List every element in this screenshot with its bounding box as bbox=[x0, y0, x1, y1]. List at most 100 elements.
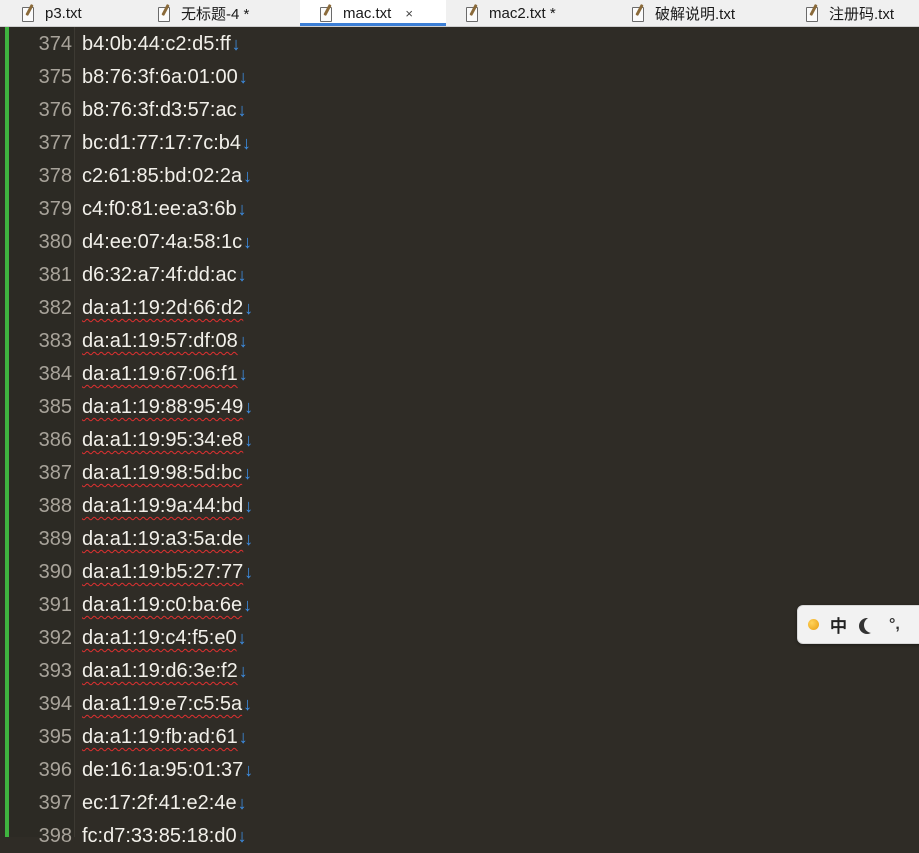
editor-line[interactable]: 378 c2:61:85:bd:02:2a↓ bbox=[0, 160, 919, 193]
line-content: c4:f0:81:ee:a3:6b bbox=[82, 198, 237, 220]
line-text[interactable]: b8:76:3f:6a:01:00↓ bbox=[82, 61, 248, 94]
editor-line[interactable]: 393 da:a1:19:d6:3e:f2↓ bbox=[0, 655, 919, 688]
line-text[interactable]: de:16:1a:95:01:37↓ bbox=[82, 754, 253, 787]
tab-p3[interactable]: p3.txt bbox=[22, 0, 82, 26]
line-content: da:a1:19:c0:ba:6e bbox=[82, 594, 243, 616]
editor-line[interactable]: 386 da:a1:19:95:34:e8↓ bbox=[0, 424, 919, 457]
editor-line[interactable]: 385 da:a1:19:88:95:49↓ bbox=[0, 391, 919, 424]
editor-line[interactable]: 383 da:a1:19:57:df:08↓ bbox=[0, 325, 919, 358]
line-content: b8:76:3f:d3:57:ac bbox=[82, 99, 237, 121]
line-number: 390 bbox=[38, 561, 72, 583]
close-icon[interactable]: × bbox=[405, 6, 413, 21]
line-number: 383 bbox=[38, 330, 72, 352]
line-text[interactable]: da:a1:19:c0:ba:6e↓ bbox=[82, 589, 252, 622]
punctuation-icon[interactable]: °, bbox=[889, 616, 900, 634]
line-text[interactable]: da:a1:19:98:5d:bc↓ bbox=[82, 457, 252, 490]
line-number: 377 bbox=[38, 132, 72, 154]
line-text[interactable]: da:a1:19:88:95:49↓ bbox=[82, 391, 253, 424]
line-content: da:a1:19:98:5d:bc bbox=[82, 462, 243, 484]
line-number: 395 bbox=[38, 726, 72, 748]
line-content: de:16:1a:95:01:37 bbox=[82, 759, 244, 781]
line-text[interactable]: da:a1:19:2d:66:d2↓ bbox=[82, 292, 253, 325]
editor-line[interactable]: 380 d4:ee:07:4a:58:1c↓ bbox=[0, 226, 919, 259]
line-text[interactable]: d6:32:a7:4f:dd:ac↓ bbox=[82, 259, 247, 292]
line-number: 393 bbox=[38, 660, 72, 682]
line-text[interactable]: da:a1:19:e7:c5:5a↓ bbox=[82, 688, 252, 721]
text-file-icon bbox=[22, 3, 35, 22]
line-text[interactable]: da:a1:19:d6:3e:f2↓ bbox=[82, 655, 248, 688]
editor-line[interactable]: 387 da:a1:19:98:5d:bc↓ bbox=[0, 457, 919, 490]
tab-bar: p3.txt 无标题-4 * mac.txt × mac2.txt * 破解说明… bbox=[0, 0, 919, 27]
editor-line[interactable]: 388 da:a1:19:9a:44:bd↓ bbox=[0, 490, 919, 523]
line-content: da:a1:19:2d:66:d2 bbox=[82, 297, 244, 319]
ime-language-toggle[interactable]: 中 bbox=[830, 612, 847, 637]
line-number: 381 bbox=[38, 264, 72, 286]
editor-line[interactable]: 374 b4:0b:44:c2:d5:ff↓ bbox=[0, 28, 919, 61]
line-text[interactable]: da:a1:19:c4:f5:e0↓ bbox=[82, 622, 247, 655]
newline-marker-icon: ↓ bbox=[238, 67, 248, 87]
line-text[interactable]: d4:ee:07:4a:58:1c↓ bbox=[82, 226, 252, 259]
editor-line[interactable]: 377 bc:d1:77:17:7c:b4↓ bbox=[0, 127, 919, 160]
ime-status-dot-icon[interactable] bbox=[808, 619, 819, 630]
editor-line[interactable]: 397 ec:17:2f:41:e2:4e↓ bbox=[0, 787, 919, 820]
newline-marker-icon: ↓ bbox=[237, 265, 247, 285]
line-number: 382 bbox=[38, 297, 72, 319]
line-content: da:a1:19:9a:44:bd bbox=[82, 495, 244, 517]
line-text[interactable]: c4:f0:81:ee:a3:6b↓ bbox=[82, 193, 247, 226]
line-text[interactable]: ec:17:2f:41:e2:4e↓ bbox=[82, 787, 247, 820]
newline-marker-icon: ↓ bbox=[243, 166, 253, 186]
line-text[interactable]: b8:76:3f:d3:57:ac↓ bbox=[82, 94, 247, 127]
newline-marker-icon: ↓ bbox=[237, 826, 247, 846]
line-number: 392 bbox=[38, 627, 72, 649]
line-text[interactable]: b4:0b:44:c2:d5:ff↓ bbox=[82, 28, 241, 61]
newline-marker-icon: ↓ bbox=[244, 397, 254, 417]
line-number: 378 bbox=[38, 165, 72, 187]
editor-line[interactable]: 381 d6:32:a7:4f:dd:ac↓ bbox=[0, 259, 919, 292]
tab-mac2[interactable]: mac2.txt * bbox=[466, 0, 556, 26]
line-text[interactable]: da:a1:19:b5:27:77↓ bbox=[82, 556, 253, 589]
editor-line[interactable]: 391 da:a1:19:c0:ba:6e↓ bbox=[0, 589, 919, 622]
moon-icon[interactable] bbox=[864, 617, 880, 633]
line-content: da:a1:19:b5:27:77 bbox=[82, 561, 244, 583]
editor-line[interactable]: 384 da:a1:19:67:06:f1↓ bbox=[0, 358, 919, 391]
tab-registration-code[interactable]: 注册码.txt bbox=[806, 0, 894, 26]
line-content: d6:32:a7:4f:dd:ac bbox=[82, 264, 237, 286]
tab-label: 破解说明.txt bbox=[655, 5, 736, 23]
line-text[interactable]: da:a1:19:67:06:f1↓ bbox=[82, 358, 248, 391]
newline-marker-icon: ↓ bbox=[238, 364, 248, 384]
newline-marker-icon: ↓ bbox=[237, 793, 247, 813]
line-text[interactable]: bc:d1:77:17:7c:b4↓ bbox=[82, 127, 251, 160]
editor-line[interactable]: 375 b8:76:3f:6a:01:00↓ bbox=[0, 61, 919, 94]
line-text[interactable]: da:a1:19:a3:5a:de↓ bbox=[82, 523, 253, 556]
newline-marker-icon: ↓ bbox=[237, 100, 247, 120]
line-number: 387 bbox=[38, 462, 72, 484]
editor-line[interactable]: 389 da:a1:19:a3:5a:de↓ bbox=[0, 523, 919, 556]
line-text[interactable]: da:a1:19:95:34:e8↓ bbox=[82, 424, 253, 457]
editor-line[interactable]: 392 da:a1:19:c4:f5:e0↓ bbox=[0, 622, 919, 655]
editor-line[interactable]: 395 da:a1:19:fb:ad:61↓ bbox=[0, 721, 919, 754]
editor-line[interactable]: 396 de:16:1a:95:01:37↓ bbox=[0, 754, 919, 787]
line-text[interactable]: da:a1:19:57:df:08↓ bbox=[82, 325, 248, 358]
line-content: b4:0b:44:c2:d5:ff bbox=[82, 33, 231, 55]
line-text[interactable]: c2:61:85:bd:02:2a↓ bbox=[82, 160, 252, 193]
line-text[interactable]: da:a1:19:fb:ad:61↓ bbox=[82, 721, 248, 754]
tab-mac[interactable]: mac.txt × bbox=[300, 0, 446, 26]
newline-marker-icon: ↓ bbox=[237, 199, 247, 219]
tab-crack-notes[interactable]: 破解说明.txt bbox=[632, 0, 735, 26]
tab-untitled-4[interactable]: 无标题-4 * bbox=[158, 0, 249, 26]
line-number: 375 bbox=[38, 66, 72, 88]
line-number: 389 bbox=[38, 528, 72, 550]
line-number: 388 bbox=[38, 495, 72, 517]
editor-text-area[interactable]: 374 b4:0b:44:c2:d5:ff↓ 375 b8:76:3f:6a:01:0… bbox=[0, 28, 919, 853]
ime-toolbar[interactable]: 中 °, bbox=[797, 605, 919, 644]
editor-line[interactable]: 379 c4:f0:81:ee:a3:6b↓ bbox=[0, 193, 919, 226]
line-number: 391 bbox=[38, 594, 72, 616]
newline-marker-icon: ↓ bbox=[243, 595, 253, 615]
editor-line[interactable]: 390 da:a1:19:b5:27:77↓ bbox=[0, 556, 919, 589]
line-text[interactable]: da:a1:19:9a:44:bd↓ bbox=[82, 490, 253, 523]
editor-line[interactable]: 382 da:a1:19:2d:66:d2↓ bbox=[0, 292, 919, 325]
line-content: ec:17:2f:41:e2:4e bbox=[82, 792, 237, 814]
editor-line[interactable]: 394 da:a1:19:e7:c5:5a↓ bbox=[0, 688, 919, 721]
editor-line[interactable]: 376 b8:76:3f:d3:57:ac↓ bbox=[0, 94, 919, 127]
tab-label: mac.txt bbox=[343, 4, 392, 22]
